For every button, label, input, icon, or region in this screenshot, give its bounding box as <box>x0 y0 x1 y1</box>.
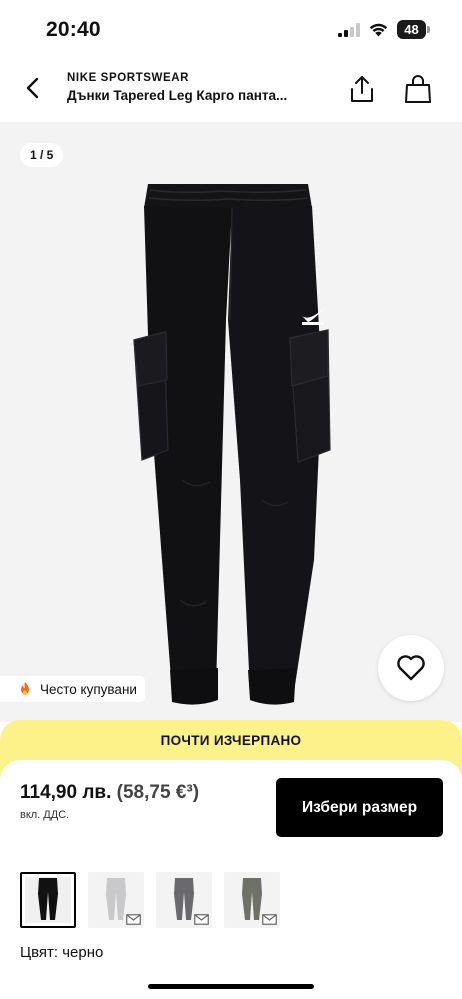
status-bar: 20:40 48 <box>0 0 462 60</box>
buy-panel: 114,90 лв. (58,75 €³) вкл. ДДС. Избери р… <box>0 760 462 856</box>
back-icon[interactable] <box>18 73 48 103</box>
product-image-pants[interactable] <box>122 180 342 720</box>
home-indicator[interactable] <box>148 984 314 989</box>
shopping-bag-icon[interactable] <box>404 74 432 104</box>
price-bgn: 114,90 лв. <box>20 782 112 803</box>
battery-level: 48 <box>397 20 426 39</box>
battery-tip <box>427 26 430 33</box>
brand-name[interactable]: NIKE SPORTSWEAR <box>67 72 327 84</box>
variant-dark-grey[interactable] <box>156 872 212 928</box>
product-image-gallery[interactable]: 1 / 5 Често купувани <box>0 122 462 722</box>
variant-light-grey[interactable] <box>88 872 144 928</box>
price-eur: (58,75 €³) <box>116 782 200 803</box>
vat-note: вкл. ДДС. <box>20 809 70 821</box>
color-label: Цвят: черно <box>20 944 104 961</box>
heart-icon <box>397 655 425 681</box>
popular-badge-label: Често купувани <box>40 681 137 697</box>
popular-badge: Често купувани <box>0 676 145 702</box>
variant-black[interactable] <box>20 872 76 928</box>
share-icon[interactable] <box>348 74 376 104</box>
variant-dark-grey-image <box>174 878 194 920</box>
favorite-button[interactable] <box>378 635 444 701</box>
product-title: Дънки Tapered Leg Карго панта... <box>67 88 288 103</box>
wifi-icon <box>369 23 388 37</box>
notify-mail-icon <box>262 914 277 925</box>
variant-olive-image <box>242 878 262 920</box>
header-text: NIKE SPORTSWEAR Дънки Tapered Leg Карго … <box>67 72 327 103</box>
notify-mail-icon <box>194 914 209 925</box>
select-size-button[interactable]: Избери размер <box>276 778 443 837</box>
price-row: 114,90 лв. (58,75 €³) <box>20 782 199 804</box>
notify-mail-icon <box>126 914 141 925</box>
cellular-signal-icon <box>338 23 360 37</box>
fire-icon <box>21 682 29 695</box>
battery-indicator: 48 <box>397 20 431 39</box>
variant-olive[interactable] <box>224 872 280 928</box>
color-variants <box>20 872 442 930</box>
variant-light-grey-image <box>106 878 126 920</box>
product-header: NIKE SPORTSWEAR Дънки Tapered Leg Карго … <box>0 60 462 122</box>
variant-black-image <box>38 878 58 920</box>
low-stock-text: ПОЧТИ ИЗЧЕРПАНО <box>160 733 302 748</box>
image-counter: 1 / 5 <box>20 143 64 167</box>
status-time: 20:40 <box>46 18 101 41</box>
